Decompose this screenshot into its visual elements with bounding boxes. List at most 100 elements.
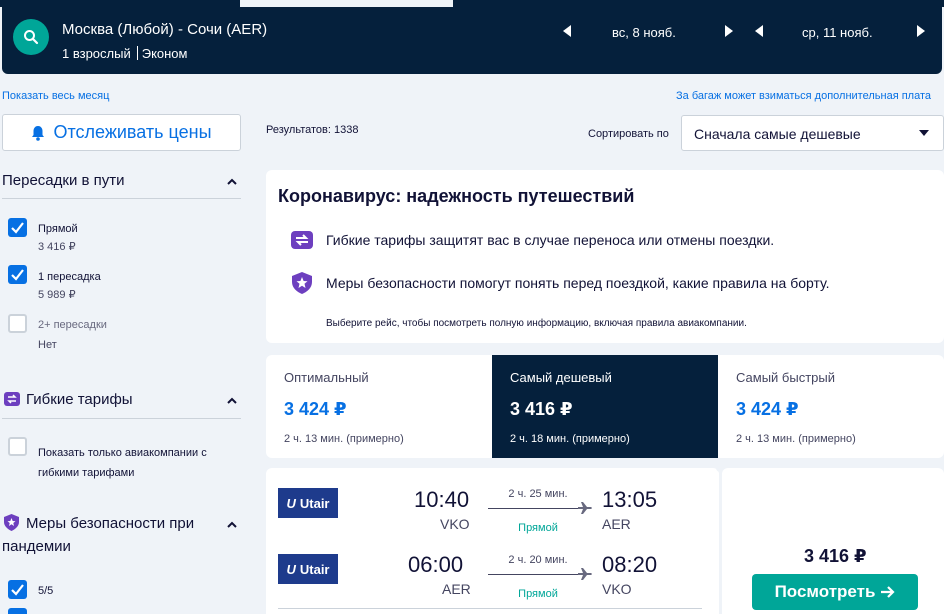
tab-duration: 2 ч. 13 мин. (примерно)	[284, 433, 404, 445]
checkmark-icon	[11, 584, 24, 596]
route-line	[488, 508, 584, 509]
sort-tabs: Оптимальный 3 424 ₽ 2 ч. 13 мин. (пример…	[266, 355, 944, 458]
view-deal-button[interactable]: Посмотреть	[752, 574, 918, 610]
covid-note: Выберите рейс, чтобы посмотреть полную и…	[326, 318, 747, 329]
bell-icon	[32, 125, 45, 141]
filter-safety-title-line1[interactable]: Меры безопасности при	[26, 515, 194, 532]
arrival-time: 13:05	[602, 487, 658, 512]
flexible-ticket-icon	[4, 392, 20, 406]
sort-label: Сортировать по	[588, 128, 669, 140]
filter-safety-title-line2[interactable]: пандемии	[2, 538, 71, 555]
sort-selected-value: Сначала самые дешевые	[694, 126, 861, 142]
checkmark-icon	[11, 222, 24, 234]
passengers-text: 1 взрослый	[62, 46, 131, 61]
departure-code: AER	[442, 581, 471, 597]
stop-option-price: 5 989 ₽	[38, 289, 76, 301]
track-prices-button[interactable]: Отслеживать цены	[2, 114, 241, 151]
tab-duration: 2 ч. 13 мин. (примерно)	[736, 433, 856, 445]
airline-u-icon: U	[286, 561, 296, 577]
leg-stops: Прямой	[518, 522, 558, 534]
caret-down-icon	[919, 130, 929, 136]
departure-code: VKO	[440, 516, 470, 532]
return-prev-date-button[interactable]	[752, 23, 766, 39]
ticket-price: 3 416 ₽	[804, 546, 867, 566]
top-strip-right	[453, 0, 944, 7]
arrival-code: VKO	[602, 581, 632, 597]
top-strip-left	[0, 0, 240, 7]
stop-option-price: 3 416 ₽	[38, 241, 76, 253]
triangle-right-icon	[917, 25, 925, 37]
return-next-date-button[interactable]	[914, 23, 928, 39]
show-month-link[interactable]: Показать весь месяц	[2, 90, 109, 102]
plane-icon	[578, 502, 592, 514]
plane-icon	[578, 568, 592, 580]
tab-price: 3 424 ₽	[284, 399, 347, 419]
triangle-right-icon	[725, 25, 733, 37]
shield-icon	[4, 514, 19, 531]
covid-title: Коронавирус: надежность путешествий	[278, 186, 635, 206]
passengers-cabin[interactable]: 1 взрослый Эконом	[62, 46, 187, 61]
checkbox-flexible-only[interactable]	[8, 437, 27, 456]
checkbox-two-plus-stops[interactable]	[8, 314, 27, 333]
checkbox-safety-score[interactable]	[8, 580, 27, 599]
covid-info-card: Коронавирус: надежность путешествий Гибк…	[266, 170, 944, 343]
tab-fastest[interactable]: Самый быстрый 3 424 ₽ 2 ч. 13 мин. (прим…	[718, 355, 944, 458]
stop-option-label: 2+ пересадки	[38, 319, 107, 331]
leg-stops: Прямой	[518, 588, 558, 600]
separator	[136, 46, 138, 60]
tab-cheapest[interactable]: Самый дешевый 3 416 ₽ 2 ч. 18 мин. (прим…	[492, 355, 718, 458]
outbound-next-date-button[interactable]	[722, 23, 736, 39]
divider	[278, 608, 702, 609]
filter-flexible-title[interactable]: Гибкие тарифы	[26, 391, 133, 408]
stop-option-label: Прямой	[38, 223, 78, 235]
filter-stops-title[interactable]: Пересадки в пути	[2, 172, 125, 189]
leg-duration: 2 ч. 25 мин.	[508, 488, 568, 500]
outbound-prev-date-button[interactable]	[560, 23, 574, 39]
return-date[interactable]: ср, 11 нояб.	[802, 25, 873, 40]
route-text[interactable]: Москва (Любой) - Сочи (AER)	[62, 21, 267, 38]
shield-icon	[292, 272, 312, 294]
airline-name: Utair	[299, 495, 330, 511]
arrival-code: AER	[602, 516, 631, 532]
flexible-option-label: Показать только авиакомпании с гибкими т…	[38, 447, 207, 479]
results-count: Результатов: 1338	[266, 124, 359, 136]
departure-time: 10:40	[414, 487, 470, 512]
arrow-right-icon	[881, 586, 895, 598]
checkbox-safety-score-2[interactable]	[8, 608, 27, 614]
chevron-up-icon[interactable]	[227, 520, 237, 530]
triangle-left-icon	[755, 25, 763, 37]
checkbox-direct[interactable]	[8, 218, 27, 237]
route-line	[488, 574, 584, 575]
outbound-date[interactable]: вс, 8 нояб.	[612, 25, 676, 40]
triangle-left-icon	[563, 25, 571, 37]
baggage-fee-link[interactable]: За багаж может взиматься дополнительная …	[676, 90, 944, 102]
view-deal-label: Посмотреть	[774, 582, 876, 601]
search-icon	[24, 30, 39, 45]
sort-select[interactable]: Сначала самые дешевые	[681, 115, 944, 151]
leg-duration: 2 ч. 20 мин.	[508, 554, 568, 566]
tab-label: Оптимальный	[284, 370, 369, 385]
flexible-ticket-icon	[291, 231, 313, 249]
stop-option-price: Нет	[38, 339, 57, 351]
cabin-text: Эконом	[141, 46, 188, 61]
track-prices-label: Отслеживать цены	[53, 122, 212, 142]
search-button[interactable]	[13, 19, 49, 55]
airline-logo: U Utair	[278, 488, 338, 518]
covid-line-flexible: Гибкие тарифы защитят вас в случае перен…	[326, 232, 775, 248]
tab-price: 3 416 ₽	[510, 399, 573, 419]
checkbox-one-stop[interactable]	[8, 265, 27, 284]
safety-option-label: 5/5	[38, 585, 54, 597]
ticket-card[interactable]: U Utair 10:40 VKO 2 ч. 25 мин. Прямой 13:…	[266, 468, 719, 614]
tab-best[interactable]: Оптимальный 3 424 ₽ 2 ч. 13 мин. (пример…	[266, 355, 492, 458]
top-strip	[0, 0, 944, 7]
chevron-up-icon[interactable]	[227, 396, 237, 406]
ticket-price-panel: 3 416 ₽ Посмотреть	[722, 468, 944, 614]
tab-label: Самый быстрый	[736, 370, 835, 385]
covid-line-safety: Меры безопасности помогут понять перед п…	[326, 275, 830, 291]
search-summary-header: Москва (Любой) - Сочи (AER) 1 взрослый Эк…	[2, 7, 942, 74]
stop-option-label: 1 пересадка	[38, 271, 101, 283]
airline-u-icon: U	[286, 495, 296, 511]
airline-logo: U Utair	[278, 554, 338, 584]
tab-label: Самый дешевый	[510, 370, 612, 385]
chevron-up-icon[interactable]	[227, 177, 237, 187]
